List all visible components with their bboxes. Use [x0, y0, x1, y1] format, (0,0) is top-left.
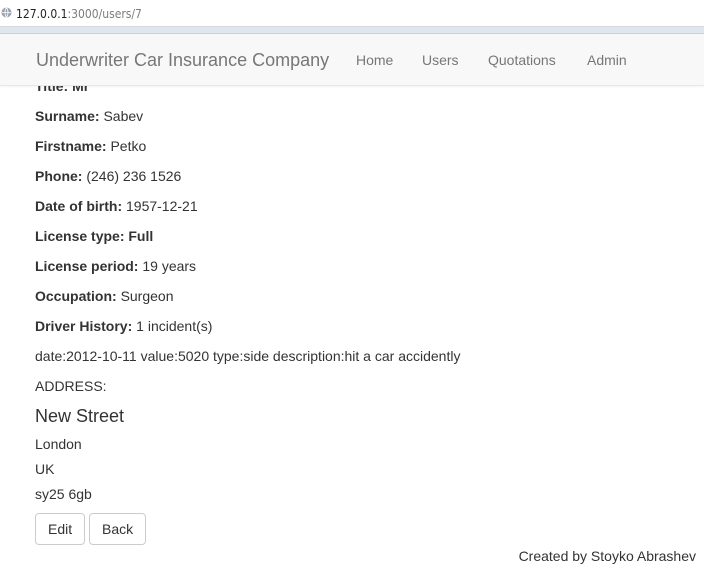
edit-button[interactable]: Edit [35, 513, 86, 545]
field-license-period: License period: 19 years [35, 256, 196, 276]
field-surname: Surname: Sabev [35, 106, 143, 126]
address-country: UK [35, 461, 55, 477]
url-path: :3000/users/7 [67, 7, 142, 21]
address-postcode: sy25 6gb [35, 486, 92, 502]
field-phone-value: (246) 236 1526 [86, 168, 182, 184]
field-occupation-label: Occupation: [35, 288, 117, 304]
field-driver-history-value: 1 incident(s) [136, 318, 213, 334]
browser-toolbar-strip [0, 27, 704, 34]
nav-item-quotations[interactable]: Quotations [488, 51, 556, 69]
url-text[interactable]: 127.0.0.1:3000/users/7 [16, 7, 142, 21]
field-surname-value: Sabev [103, 108, 144, 124]
field-license-period-label: License period: [35, 258, 139, 274]
field-firstname-value: Petko [110, 138, 147, 154]
field-surname-label: Surname: [35, 108, 100, 124]
incident-record: date:2012-10-11 value:5020 type:side des… [35, 348, 461, 364]
field-firstname: Firstname: Petko [35, 136, 146, 156]
footer-credit: Created by Stoyko Abrashev [518, 548, 696, 564]
field-occupation-value: Surgeon [120, 288, 174, 304]
url-host: 127.0.0.1 [16, 7, 68, 21]
field-license-type-label: License type: [35, 228, 125, 244]
navbar: Underwriter Car Insurance Company Home U… [0, 34, 704, 86]
field-driver-history: Driver History: 1 incident(s) [35, 316, 212, 336]
field-dob-value: 1957-12-21 [126, 198, 198, 214]
nav-item-admin[interactable]: Admin [587, 51, 627, 69]
globe-icon [1, 7, 12, 18]
field-date-of-birth: Date of birth: 1957-12-21 [35, 196, 198, 216]
browser-address-bar[interactable]: 127.0.0.1:3000/users/7 [0, 0, 704, 27]
nav-item-users[interactable]: Users [422, 51, 459, 69]
back-button[interactable]: Back [89, 513, 147, 545]
field-firstname-label: Firstname: [35, 138, 107, 154]
field-dob-label: Date of birth: [35, 198, 123, 214]
field-occupation: Occupation: Surgeon [35, 286, 174, 306]
address-street: New Street [35, 406, 125, 426]
field-license-type-value: Full [128, 228, 154, 244]
field-license-type: License type: Full [35, 226, 153, 246]
field-phone: Phone: (246) 236 1526 [35, 166, 181, 186]
address-heading: ADDRESS: [35, 378, 107, 394]
nav-item-home[interactable]: Home [356, 51, 393, 69]
field-license-period-value: 19 years [142, 258, 197, 274]
field-phone-label: Phone: [35, 168, 83, 184]
address-city: London [35, 436, 82, 452]
navbar-brand[interactable]: Underwriter Car Insurance Company [36, 50, 329, 70]
field-driver-history-label: Driver History: [35, 318, 133, 334]
